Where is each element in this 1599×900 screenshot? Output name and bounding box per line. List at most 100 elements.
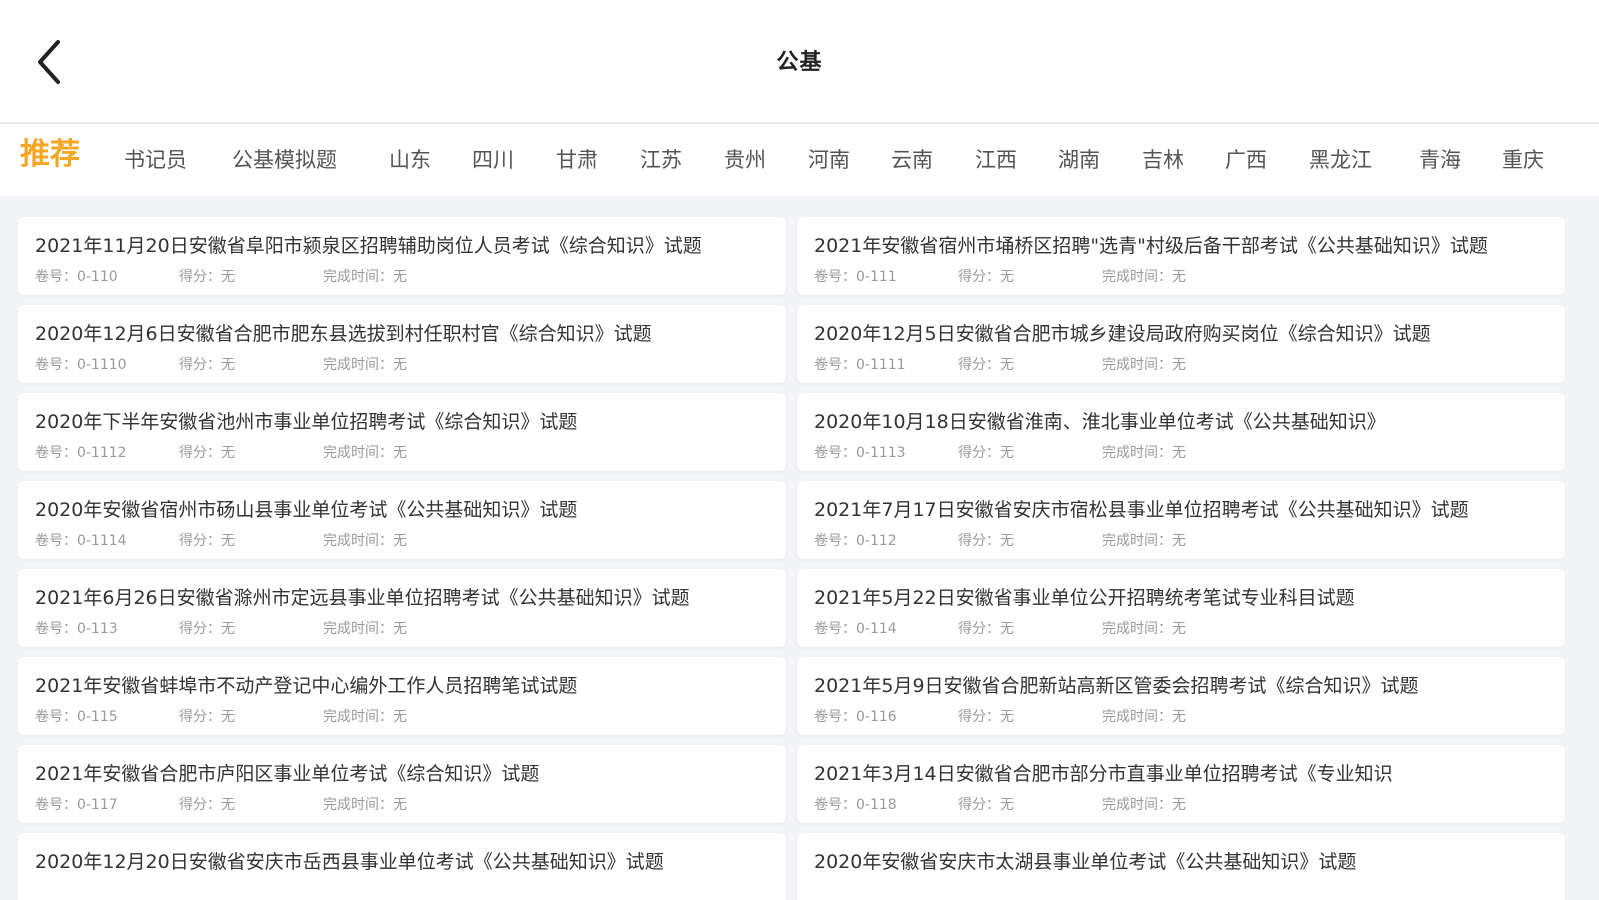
paper-score-value: 无 [1000, 533, 1014, 549]
paper-score-label: 得分： [179, 445, 221, 461]
paper-score-value: 无 [221, 621, 235, 637]
top-bar: 公基 [0, 0, 1599, 124]
paper-score-label: 得分： [958, 621, 1000, 637]
tab-15[interactable]: 青海 [1419, 124, 1461, 196]
paper-card[interactable]: 2021年安徽省蚌埠市不动产登记中心编外工作人员招聘笔试试题 卷号：0-115 得分… [18, 657, 786, 735]
paper-number: 卷号：0-1113 [814, 442, 906, 462]
paper-number-label: 卷号： [814, 269, 856, 285]
tab-7[interactable]: 贵州 [724, 124, 766, 196]
paper-title: 2020年10月18日安徽省淮南、淮北事业单位考试《公共基础知识》 [814, 411, 1386, 433]
paper-score-label: 得分： [179, 709, 221, 725]
tab-8[interactable]: 河南 [808, 124, 850, 196]
paper-score: 得分：无 [958, 354, 1014, 374]
paper-score-value: 无 [221, 533, 235, 549]
paper-title: 2021年安徽省宿州市埇桥区招聘"选青"村级后备干部考试《公共基础知识》试题 [814, 235, 1488, 257]
paper-number: 卷号：0-112 [814, 530, 897, 550]
tab-16[interactable]: 重庆 [1502, 124, 1544, 196]
paper-card[interactable]: 2020年10月18日安徽省淮南、淮北事业单位考试《公共基础知识》 卷号：0-11… [797, 393, 1565, 471]
paper-completed-time: 完成时间：无 [323, 442, 407, 462]
tab-4[interactable]: 四川 [472, 124, 514, 196]
paper-number-label: 卷号： [814, 533, 856, 549]
paper-completed-time-value: 无 [393, 621, 407, 637]
paper-card[interactable]: 2021年7月17日安徽省安庆市宿松县事业单位招聘考试《公共基础知识》试题 卷号：… [797, 481, 1565, 559]
paper-completed-time: 完成时间：无 [323, 266, 407, 286]
paper-completed-time-value: 无 [393, 357, 407, 373]
paper-number-value: 0-1112 [77, 445, 127, 461]
paper-completed-time-label: 完成时间： [1102, 533, 1172, 549]
tab-14[interactable]: 黑龙江 [1309, 124, 1372, 196]
paper-number-value: 0-114 [856, 621, 897, 637]
paper-title: 2020年安徽省安庆市太湖县事业单位考试《公共基础知识》试题 [814, 851, 1357, 873]
paper-completed-time: 完成时间：无 [323, 618, 407, 638]
paper-card[interactable]: 2021年11月20日安徽省阜阳市颍泉区招聘辅助岗位人员考试《综合知识》试题 卷号… [18, 217, 786, 295]
paper-card[interactable]: 2020年12月6日安徽省合肥市肥东县选拔到村任职村官《综合知识》试题 卷号：0-… [18, 305, 786, 383]
paper-score-label: 得分： [179, 269, 221, 285]
paper-completed-time: 完成时间：无 [323, 794, 407, 814]
paper-completed-time-label: 完成时间： [323, 621, 393, 637]
paper-card[interactable]: 2021年5月22日安徽省事业单位公开招聘统考笔试专业科目试题卷号：0-114 得… [797, 569, 1565, 647]
tab-9[interactable]: 云南 [891, 124, 933, 196]
paper-completed-time-value: 无 [393, 797, 407, 813]
paper-score: 得分：无 [179, 794, 235, 814]
paper-card[interactable]: 2020年安徽省宿州市砀山县事业单位考试《公共基础知识》试题 卷号：0-1114 得… [18, 481, 786, 559]
tab-6[interactable]: 江苏 [640, 124, 682, 196]
paper-card[interactable]: 2020年12月20日安徽省安庆市岳西县事业单位考试《公共基础知识》试题 [18, 833, 786, 900]
paper-completed-time: 完成时间：无 [323, 354, 407, 374]
paper-title: 2021年安徽省蚌埠市不动产登记中心编外工作人员招聘笔试试题 [35, 675, 578, 697]
paper-card[interactable]: 2020年下半年安徽省池州市事业单位招聘考试《综合知识》试题 卷号：0-1112 得… [18, 393, 786, 471]
paper-completed-time-label: 完成时间： [1102, 797, 1172, 813]
paper-card[interactable]: 2021年3月14日安徽省合肥市部分市直事业单位招聘考试《专业知识 卷号：0-11… [797, 745, 1565, 823]
paper-completed-time: 完成时间：无 [323, 706, 407, 726]
tab-2[interactable]: 公基模拟题 [232, 124, 337, 196]
tab-1[interactable]: 书记员 [124, 124, 187, 196]
tab-10[interactable]: 江西 [975, 124, 1017, 196]
paper-card[interactable]: 2021年5月9日安徽省合肥新站高新区管委会招聘考试《综合知识》试题 卷号：0-1… [797, 657, 1565, 735]
paper-completed-time-value: 无 [393, 709, 407, 725]
paper-number-value: 0-116 [856, 709, 897, 725]
paper-score: 得分：无 [958, 794, 1014, 814]
paper-completed-time-label: 完成时间： [323, 709, 393, 725]
paper-score-label: 得分： [958, 797, 1000, 813]
paper-number-value: 0-110 [77, 269, 118, 285]
tab-5[interactable]: 甘肃 [556, 124, 598, 196]
tab-11[interactable]: 湖南 [1058, 124, 1100, 196]
paper-number: 卷号：0-110 [35, 266, 118, 286]
paper-completed-time-value: 无 [1172, 621, 1186, 637]
paper-number-label: 卷号： [814, 709, 856, 725]
paper-number: 卷号：0-1110 [35, 354, 127, 374]
paper-score: 得分：无 [179, 266, 235, 286]
paper-card[interactable]: 2020年12月5日安徽省合肥市城乡建设局政府购买岗位《综合知识》试题 卷号：0-… [797, 305, 1565, 383]
paper-number: 卷号：0-118 [814, 794, 897, 814]
paper-score: 得分：无 [958, 618, 1014, 638]
tab-13[interactable]: 广西 [1225, 124, 1267, 196]
paper-completed-time-label: 完成时间： [1102, 445, 1172, 461]
paper-score-value: 无 [221, 709, 235, 725]
paper-card[interactable]: 2021年安徽省合肥市庐阳区事业单位考试《综合知识》试题 卷号：0-117 得分：无… [18, 745, 786, 823]
paper-card[interactable]: 2021年安徽省宿州市埇桥区招聘"选青"村级后备干部考试《公共基础知识》试题 卷号… [797, 217, 1565, 295]
paper-completed-time-label: 完成时间： [323, 269, 393, 285]
paper-card[interactable]: 2021年6月26日安徽省滁州市定远县事业单位招聘考试《公共基础知识》试题 卷号：… [18, 569, 786, 647]
paper-number-value: 0-1113 [856, 445, 906, 461]
paper-completed-time-value: 无 [1172, 357, 1186, 373]
paper-score-value: 无 [1000, 269, 1014, 285]
paper-completed-time: 完成时间：无 [1102, 794, 1186, 814]
paper-completed-time: 完成时间：无 [1102, 354, 1186, 374]
paper-number-label: 卷号： [35, 797, 77, 813]
paper-title: 2021年11月20日安徽省阜阳市颍泉区招聘辅助岗位人员考试《综合知识》试题 [35, 235, 702, 257]
tab-12[interactable]: 吉林 [1142, 124, 1184, 196]
paper-score-value: 无 [1000, 357, 1014, 373]
paper-title: 2021年6月26日安徽省滁州市定远县事业单位招聘考试《公共基础知识》试题 [35, 587, 690, 609]
paper-card[interactable]: 2020年安徽省安庆市太湖县事业单位考试《公共基础知识》试题 [797, 833, 1565, 900]
paper-number: 卷号：0-117 [35, 794, 118, 814]
tab-0[interactable]: 推荐 [20, 124, 80, 196]
paper-number-value: 0-118 [856, 797, 897, 813]
paper-number: 卷号：0-111 [814, 266, 897, 286]
paper-score-value: 无 [221, 357, 235, 373]
paper-number-label: 卷号： [814, 445, 856, 461]
paper-number-label: 卷号： [814, 621, 856, 637]
paper-number-label: 卷号： [35, 709, 77, 725]
paper-title: 2021年5月22日安徽省事业单位公开招聘统考笔试专业科目试题 [814, 587, 1355, 609]
paper-score-label: 得分： [958, 709, 1000, 725]
paper-completed-time-label: 完成时间： [323, 797, 393, 813]
tab-3[interactable]: 山东 [389, 124, 431, 196]
